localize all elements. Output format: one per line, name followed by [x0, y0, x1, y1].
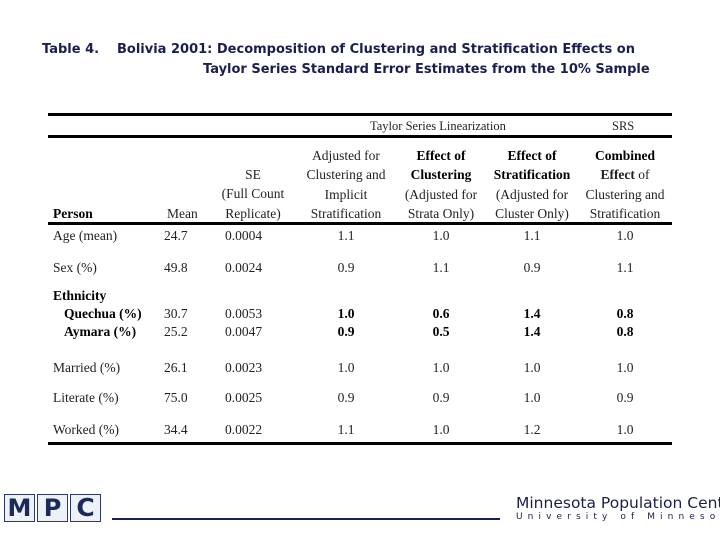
cell-combined: 1.0	[616, 422, 634, 437]
cell-combined: 1.0	[616, 360, 634, 375]
header-line: (Adjusted for	[404, 186, 478, 202]
bottom-rule	[48, 442, 672, 445]
cell-mean: 26.1	[164, 360, 188, 375]
row-label: Quechua (%)	[64, 306, 142, 321]
cell-stratification: 1.4	[523, 324, 541, 339]
cell-clustering: 1.1	[432, 260, 450, 275]
header-line: Stratification	[310, 205, 382, 221]
header-line: Stratification	[493, 167, 571, 183]
cell-mean: 75.0	[164, 390, 188, 405]
table-number: Table 4.	[42, 42, 100, 57]
cell-combined: 1.1	[616, 260, 634, 275]
group-header-taylor: Taylor Series Linearization	[370, 119, 506, 133]
cell-combined: 1.0	[616, 228, 634, 243]
cell-clustering: 1.0	[432, 360, 450, 375]
cell-clustering: 1.0	[432, 422, 450, 437]
group-label-ethnicity: Ethnicity	[53, 288, 107, 303]
row-label: Married (%)	[53, 360, 121, 375]
cell-se: 0.0022	[225, 422, 263, 437]
cell-stratification: 1.1	[523, 228, 541, 243]
header-line: (Adjusted for	[495, 186, 569, 202]
header-line: Clustering and	[585, 186, 665, 202]
cell-adjusted: 1.0	[337, 306, 355, 321]
column-header-se: SE (Full Count Replicate)	[213, 165, 293, 223]
row-label: Age (mean)	[53, 228, 118, 243]
cell-se: 0.0023	[225, 360, 263, 375]
cell-adjusted: 1.1	[337, 422, 355, 437]
cell-stratification: 0.9	[523, 260, 541, 275]
cell-mean: 49.8	[164, 260, 188, 275]
cell-se: 0.0004	[225, 228, 263, 243]
mpc-logo: M P C	[4, 494, 101, 522]
university-name: University of Minnesota	[516, 512, 720, 522]
logo-letter: P	[37, 494, 68, 522]
top-rule	[48, 113, 672, 116]
header-line: Cluster Only)	[495, 205, 569, 221]
header-line: Clustering	[410, 167, 472, 183]
cell-clustering: 0.5	[432, 324, 450, 339]
header-line: Replicate)	[225, 205, 281, 221]
cell-stratification: 1.4	[523, 306, 541, 321]
cell-se: 0.0025	[225, 390, 263, 405]
header-line: Effect of	[507, 148, 557, 163]
cell-mean: 30.7	[164, 306, 188, 321]
footer-divider	[112, 518, 500, 520]
header-line: Implicit	[324, 186, 368, 202]
org-name: Minnesota Population Center	[516, 494, 720, 512]
logo-letter: C	[70, 494, 101, 522]
cell-mean: 34.4	[164, 422, 188, 437]
group-header-srs: SRS	[612, 119, 635, 133]
header-line: Effect	[600, 167, 635, 183]
cell-stratification: 1.2	[523, 422, 541, 437]
column-header-clustering: Effect of Clustering (Adjusted for Strat…	[396, 146, 486, 223]
header-line: (Full Count	[221, 186, 285, 202]
cell-se: 0.0024	[225, 260, 263, 275]
header-line: Stratification	[589, 205, 661, 221]
org-wordmark: Minnesota Population Center University o…	[516, 494, 720, 523]
cell-mean: 24.7	[164, 228, 188, 243]
cell-mean: 25.2	[164, 324, 188, 339]
row-label: Sex (%)	[53, 260, 97, 275]
cell-adjusted: 1.0	[337, 360, 355, 375]
header-line: SE	[245, 167, 261, 182]
header-line: of	[634, 167, 650, 183]
header-line: Effect of	[416, 148, 466, 163]
title-line-2: Taylor Series Standard Error Estimates f…	[203, 62, 650, 77]
cell-adjusted: 1.1	[337, 228, 355, 243]
column-header-stratification: Effect of Stratification (Adjusted for C…	[486, 146, 578, 223]
title-line-1: Bolivia 2001: Decomposition of Clusterin…	[117, 42, 635, 57]
cell-se: 0.0047	[225, 324, 263, 339]
cell-combined: 0.8	[616, 324, 634, 339]
cell-combined: 0.8	[616, 306, 634, 321]
header-line: Adjusted for	[312, 148, 380, 163]
column-header-adjusted: Adjusted for Clustering and Implicit Str…	[300, 146, 392, 223]
cell-se: 0.0053	[225, 306, 263, 321]
cell-adjusted: 0.9	[337, 260, 355, 275]
cell-clustering: 1.0	[432, 228, 450, 243]
column-header-mean: Mean	[167, 206, 198, 221]
cell-adjusted: 0.9	[337, 324, 355, 339]
group-header-rule	[48, 135, 672, 138]
column-header-person: Person	[53, 206, 93, 221]
cell-clustering: 0.6	[432, 306, 450, 321]
cell-stratification: 1.0	[523, 360, 541, 375]
cell-clustering: 0.9	[432, 390, 450, 405]
logo-letter: M	[4, 494, 35, 522]
cell-combined: 0.9	[616, 390, 634, 405]
cell-stratification: 1.0	[523, 390, 541, 405]
column-header-combined: Combined Effect of Clustering and Strati…	[578, 146, 672, 223]
row-label: Worked (%)	[53, 422, 120, 437]
cell-adjusted: 0.9	[337, 390, 355, 405]
header-line: Clustering and	[306, 167, 386, 183]
header-line: Strata Only)	[407, 205, 475, 221]
header-line: Combined	[594, 148, 655, 163]
row-label: Aymara (%)	[64, 324, 137, 339]
row-label: Literate (%)	[53, 390, 119, 405]
